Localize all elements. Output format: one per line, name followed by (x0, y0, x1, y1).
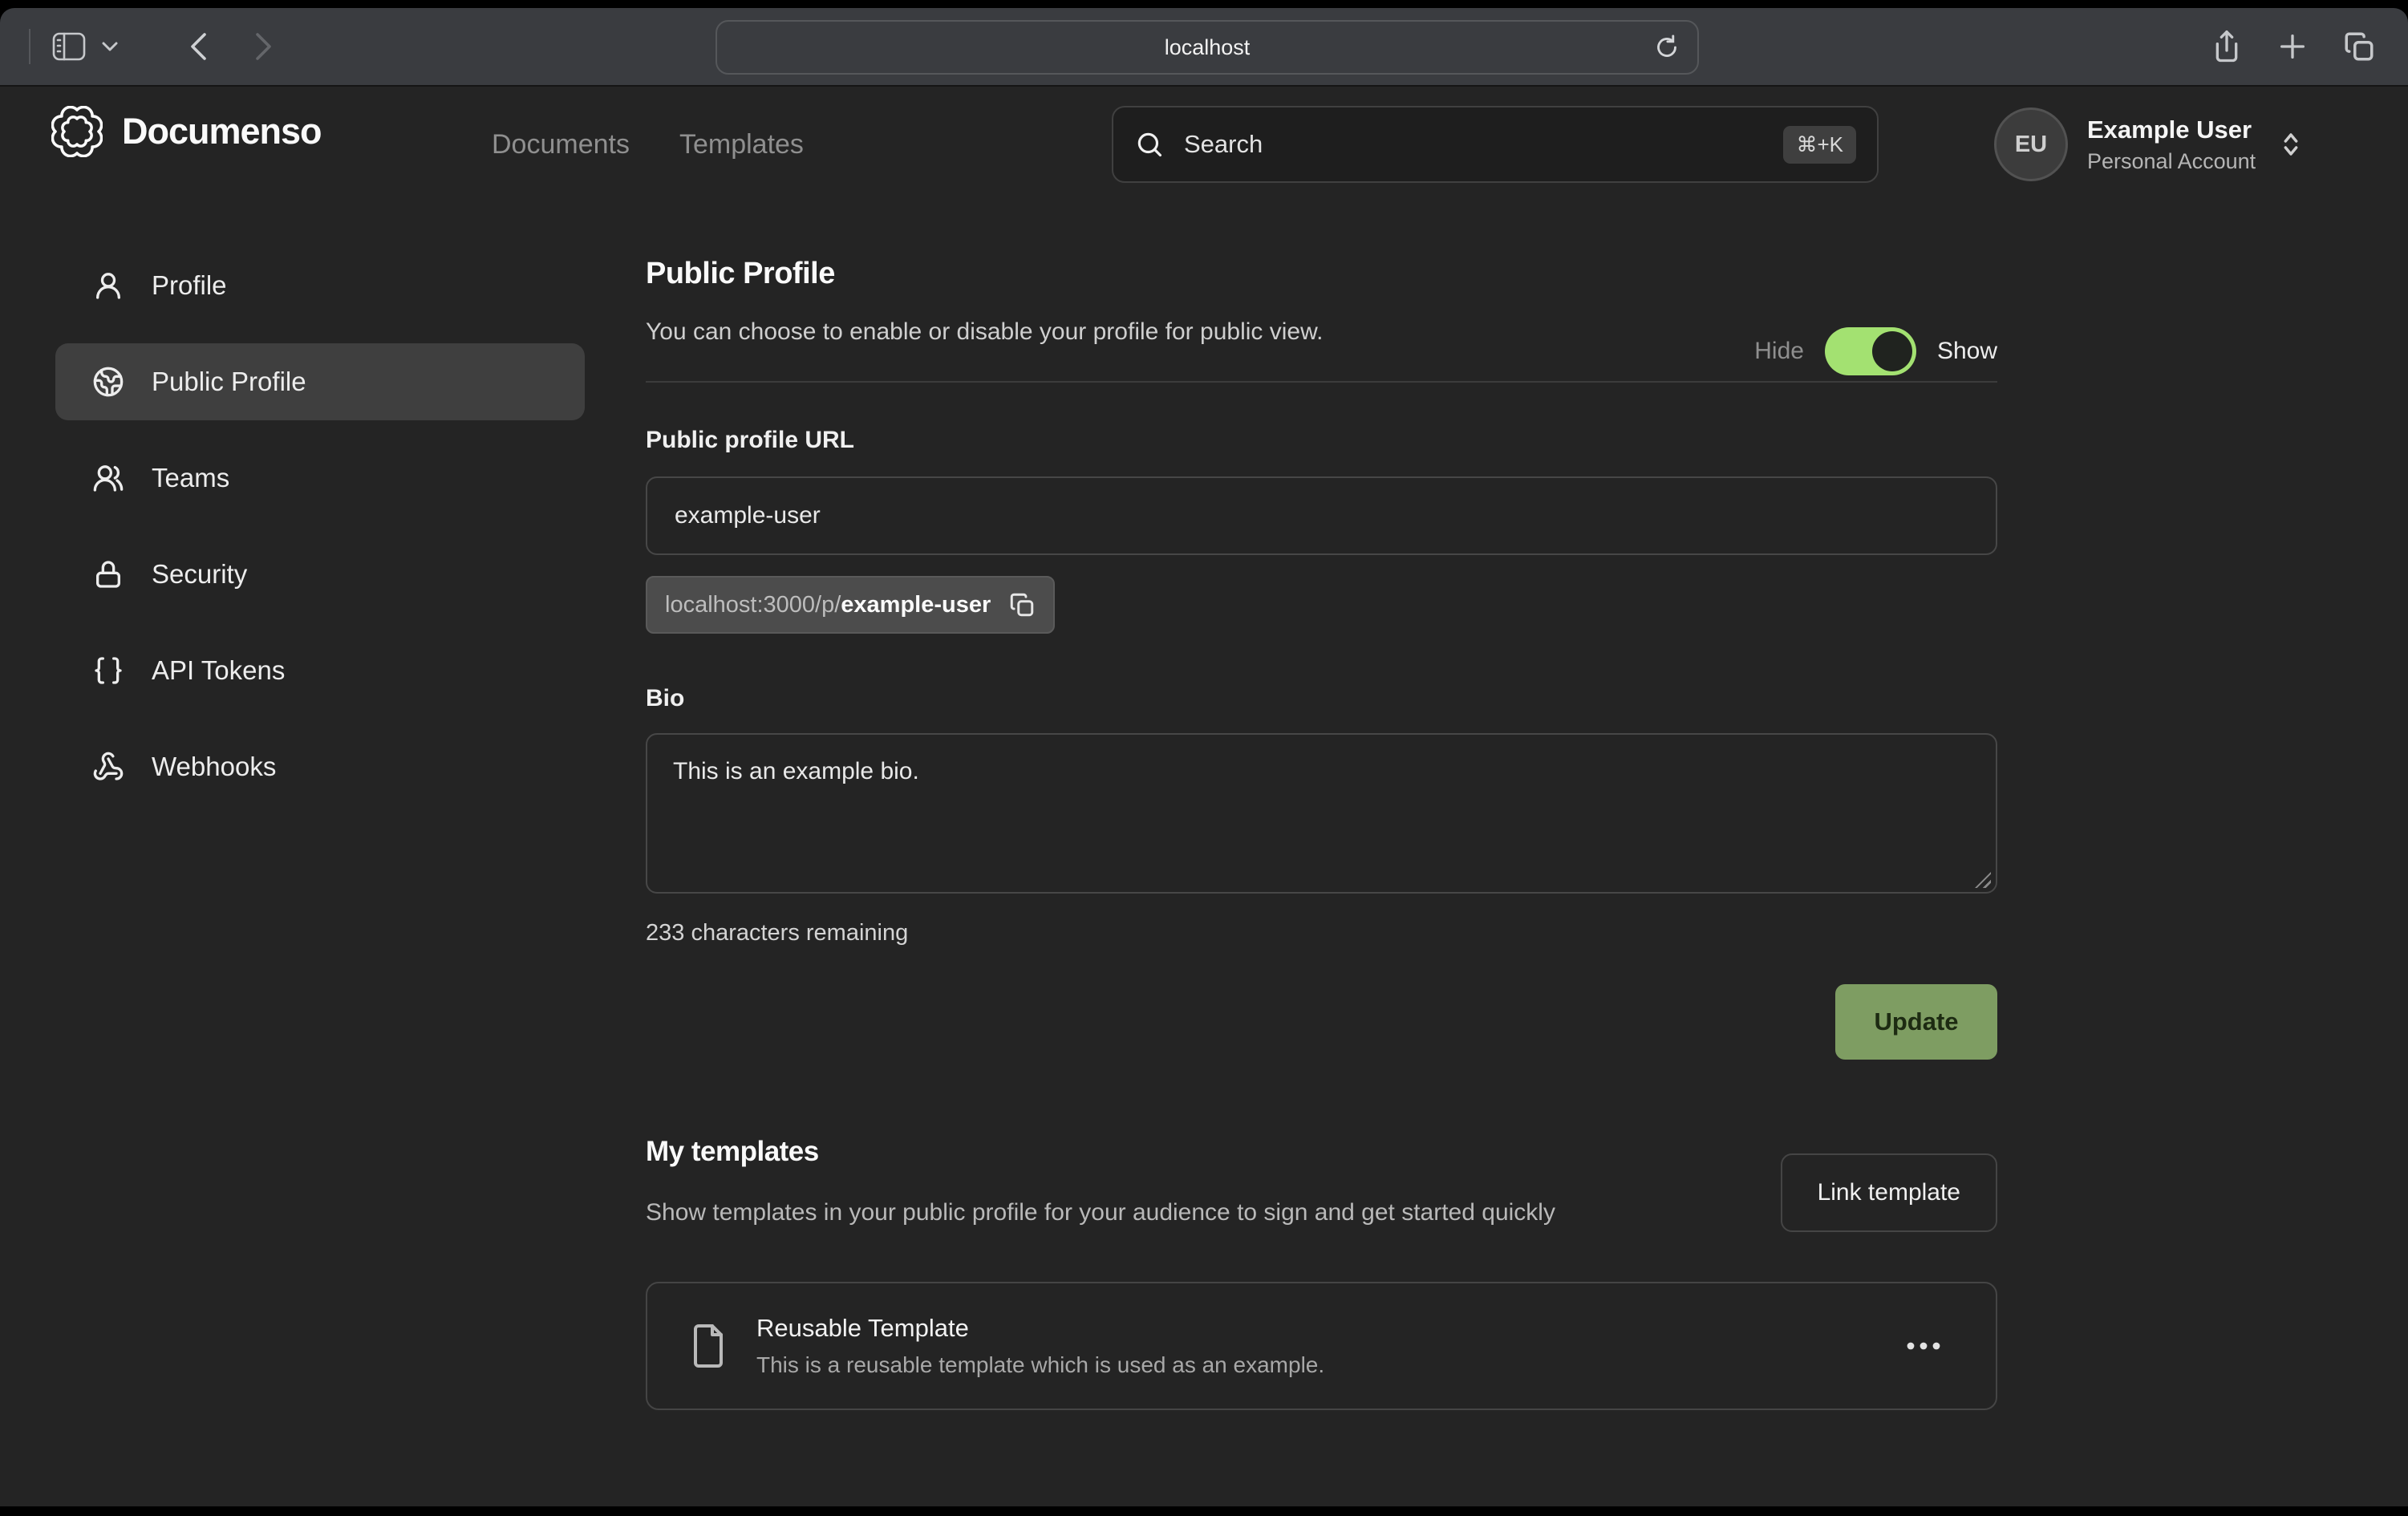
template-name: Reusable Template (756, 1314, 1324, 1343)
copy-icon (1008, 591, 1036, 618)
my-templates-text: My templates Show templates in your publ… (646, 1136, 1555, 1232)
sidebar-item-profile[interactable]: Profile (55, 247, 585, 324)
template-description: This is a reusable template which is use… (756, 1352, 1324, 1378)
account-menu[interactable]: EU Example User Personal Account (1994, 106, 2304, 183)
update-row: Update (646, 984, 1997, 1060)
account-name: Example User (2087, 116, 2256, 144)
forward-icon[interactable] (253, 30, 274, 63)
chevrons-up-down-icon (2278, 130, 2304, 159)
section-divider (646, 381, 1997, 383)
account-text: Example User Personal Account (2087, 116, 2256, 174)
my-templates-description: Show templates in your public profile fo… (646, 1194, 1555, 1232)
update-button[interactable]: Update (1835, 984, 1997, 1060)
url-prefix: localhost:3000/p/ (665, 592, 841, 618)
app-header: Documenso Documents Templates ⌘+K EU Exa… (0, 87, 2408, 202)
reload-icon[interactable] (1652, 33, 1681, 62)
toggle-hide-label: Hide (1754, 338, 1804, 365)
brand-name: Documenso (122, 111, 322, 152)
toggle-knob (1872, 331, 1912, 371)
new-tab-icon[interactable] (2276, 30, 2309, 63)
app-page: Documenso Documents Templates ⌘+K EU Exa… (0, 87, 2408, 1506)
my-templates-title: My templates (646, 1136, 1555, 1168)
public-profile-settings: Public Profile Hide Show You can choose … (646, 202, 1997, 1410)
sidebar-item-security[interactable]: Security (55, 536, 585, 613)
toggle-show-label: Show (1937, 338, 1997, 365)
sidebar-item-label: API Tokens (152, 655, 285, 686)
documenso-seal-icon (51, 106, 103, 157)
template-card: Reusable Template This is a reusable tem… (646, 1282, 1997, 1410)
toolbar-chevron-down-icon[interactable] (101, 41, 119, 52)
toolbar-divider (29, 29, 30, 64)
account-type: Personal Account (2087, 149, 2256, 174)
address-bar[interactable]: localhost (716, 20, 1699, 75)
my-templates-header: My templates Show templates in your publ… (646, 1136, 1997, 1232)
search-bar[interactable]: ⌘+K (1112, 106, 1879, 183)
tab-overview-icon[interactable] (2342, 30, 2376, 63)
user-icon (92, 270, 124, 302)
template-menu-button[interactable] (1896, 1332, 1954, 1360)
browser-window: localhost (0, 0, 2408, 1516)
sidebar-item-webhooks[interactable]: Webhooks (55, 728, 585, 805)
profile-visibility-toggle[interactable] (1825, 327, 1916, 375)
url-slug: example-user (841, 592, 991, 618)
webhook-icon (92, 751, 124, 783)
browser-toolbar: localhost (0, 8, 2408, 87)
sidebar-item-public-profile[interactable]: Public Profile (55, 343, 585, 420)
sidebar-item-label: Security (152, 559, 247, 590)
search-shortcut-badge: ⌘+K (1783, 126, 1856, 164)
address-bar-url: localhost (1165, 35, 1251, 60)
avatar: EU (1994, 107, 2068, 181)
search-icon (1134, 129, 1165, 160)
back-icon[interactable] (188, 30, 209, 63)
sidebar-item-api-tokens[interactable]: API Tokens (55, 632, 585, 709)
bio-field-label: Bio (646, 685, 1997, 712)
globe-icon (92, 366, 124, 398)
sidebar-item-teams[interactable]: Teams (55, 440, 585, 517)
lock-icon (92, 558, 124, 590)
nav-documents[interactable]: Documents (492, 129, 630, 160)
file-icon (689, 1322, 728, 1370)
section-header: Public Profile Hide Show You can choose … (646, 257, 1997, 346)
profile-url-input[interactable] (646, 476, 1997, 555)
page-title: Public Profile (646, 257, 1997, 291)
template-info: Reusable Template This is a reusable tem… (756, 1314, 1324, 1378)
link-template-button[interactable]: Link template (1781, 1153, 1997, 1232)
app-body: Profile Public Profile (0, 202, 2408, 1506)
sidebar-item-label: Public Profile (152, 367, 306, 397)
bio-field-wrap: This is an example bio. (646, 733, 1997, 898)
top-nav: Documents Templates (492, 87, 804, 202)
sidebar-item-label: Teams (152, 463, 229, 493)
sidebar-item-label: Profile (152, 270, 227, 301)
characters-remaining: 233 characters remaining (646, 920, 1997, 946)
settings-sidebar: Profile Public Profile (55, 247, 585, 825)
visibility-toggle-row: Hide Show (1754, 327, 1997, 375)
sidebar-toggle-icon[interactable] (51, 30, 87, 63)
bio-textarea[interactable]: This is an example bio. (646, 733, 1997, 894)
users-icon (92, 462, 124, 494)
sidebar-item-label: Webhooks (152, 752, 276, 782)
braces-icon (92, 655, 124, 687)
brand-logo[interactable]: Documenso (51, 106, 322, 157)
ellipsis-icon (1904, 1340, 1946, 1352)
profile-url-copy-button[interactable]: localhost:3000/p/example-user (646, 576, 1055, 634)
url-field-label: Public profile URL (646, 427, 1997, 454)
nav-templates[interactable]: Templates (679, 129, 804, 160)
share-icon[interactable] (2211, 29, 2243, 64)
profile-url-preview: localhost:3000/p/example-user (665, 592, 991, 618)
search-input[interactable] (1182, 129, 1783, 160)
